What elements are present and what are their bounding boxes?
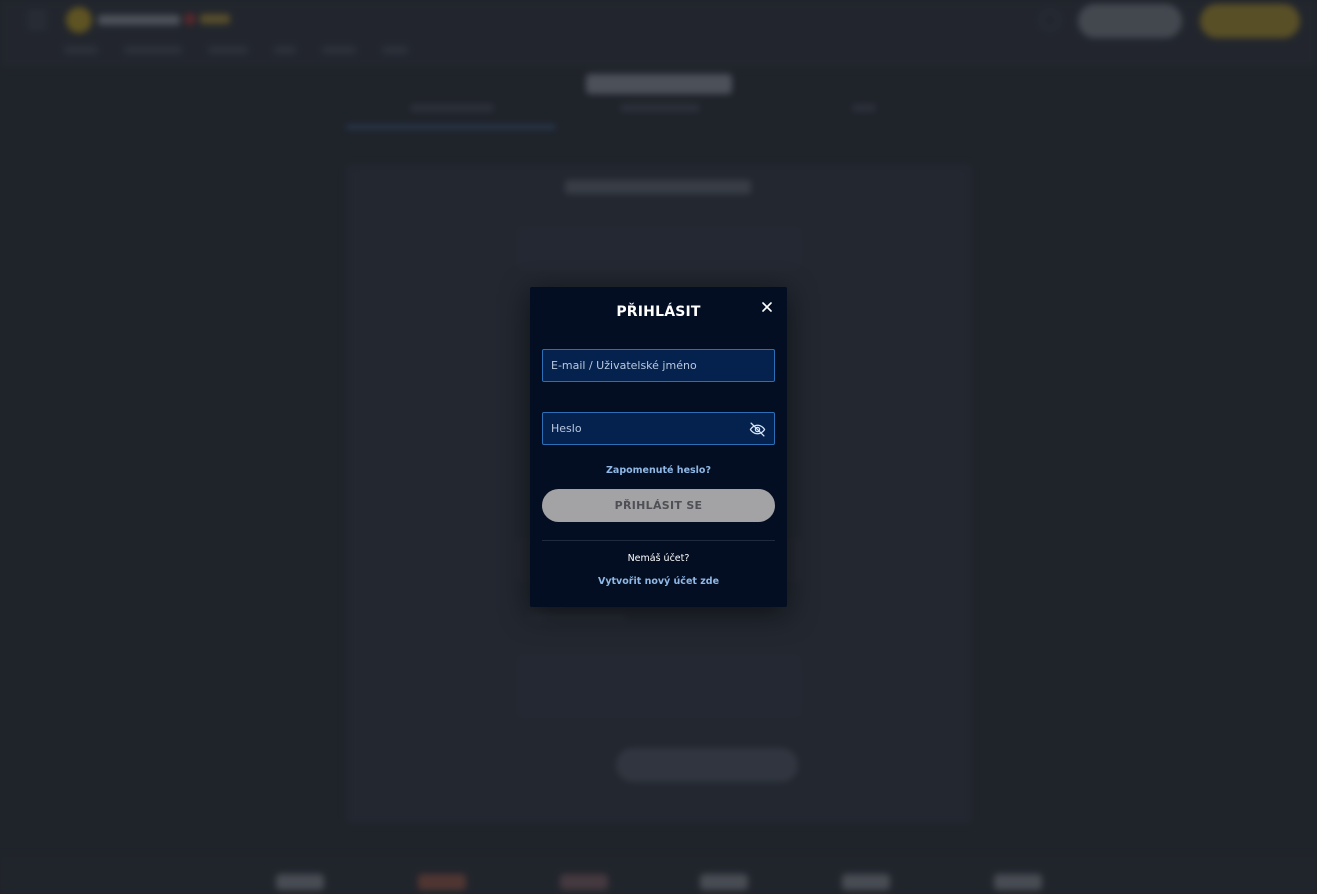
- close-icon[interactable]: [759, 299, 775, 315]
- password-input[interactable]: [543, 413, 774, 444]
- modal-title: PŘIHLÁSIT: [616, 304, 701, 320]
- forgot-password-link[interactable]: Zapomenuté heslo?: [530, 465, 787, 476]
- no-account-text: Nemáš účet?: [627, 553, 690, 564]
- create-account-link[interactable]: Vytvořit nový účet zde: [530, 576, 787, 587]
- email-input[interactable]: [543, 350, 774, 381]
- password-field: [542, 412, 775, 445]
- login-submit-button[interactable]: PŘIHLÁSIT SE: [542, 489, 775, 522]
- eye-off-icon[interactable]: [749, 421, 766, 438]
- login-modal: PŘIHLÁSIT Zapomenuté heslo? PŘIHLÁSIT SE…: [530, 287, 787, 607]
- divider: [542, 540, 775, 541]
- email-field: [542, 349, 775, 382]
